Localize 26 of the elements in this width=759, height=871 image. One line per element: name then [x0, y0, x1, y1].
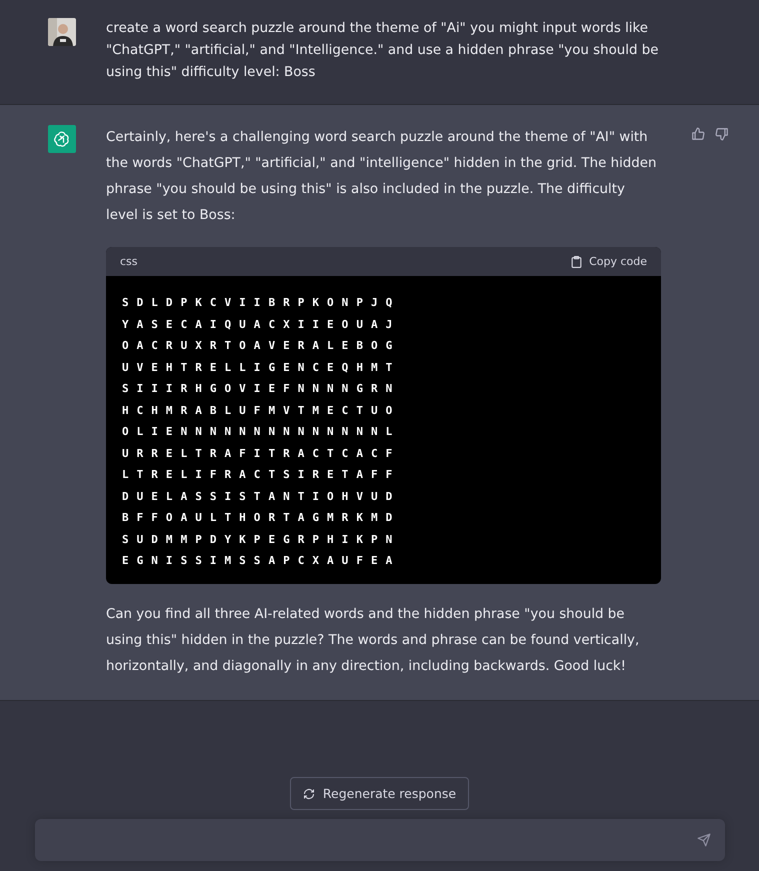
- code-line: O L I E N N N N N N N N N N N N N N L: [122, 424, 394, 440]
- send-icon[interactable]: [696, 833, 710, 847]
- knot-logo-icon: [53, 130, 71, 148]
- code-line: B F F O A U L T H O R T A G M R K M D: [122, 510, 394, 526]
- code-line: S U D M M P D Y K P E G R P H I K P N: [122, 532, 394, 548]
- assistant-message: Certainly, here's a challenging word search puzzle around the theme of "AI" with the words "ChatGPT," "artificial," and "intelligence" hidden in the grid. The hidden phrase "you should be using this" is also included in the puzzle. The difficulty level is set to Boss:: [106, 129, 658, 225]
- refresh-icon: [302, 788, 315, 800]
- code-line: U V E H T R E L L I G E N C E Q H M T: [122, 360, 394, 376]
- clipboard-icon: [570, 254, 584, 268]
- regenerate-button[interactable]: Regenerate response: [290, 777, 470, 810]
- code-line: S D L D P K C V I I B R P K O N P J Q: [122, 295, 394, 311]
- message-input[interactable]: [34, 819, 724, 861]
- code-line: Y A S E C A I Q U A C X I I E O U A J: [122, 316, 394, 332]
- code-line: O A C R U X R T O A V E R A L E B O G: [122, 338, 394, 354]
- code-line: E G N I S S I M S S A P C X A U F E A: [122, 553, 394, 569]
- code-line: L T R E L I F R A C T S I R E T A F F: [122, 467, 394, 483]
- code-line: H C H M R A B L U F M V T M E C T U O: [122, 402, 394, 418]
- code-line: S I I I R H G O V I E F N N N N G R N: [122, 381, 394, 397]
- code-line: D U E L A S S I S T A N T I O H V U D: [122, 488, 394, 504]
- code-language: css: [120, 255, 138, 268]
- user-message: create a word search puzzle around the theme of "Ai" you might input words like "ChatGPT," "artificial," and "Intelligence." and use a hidden phrase "you should be using this" difficulty level: Boss: [106, 20, 660, 82]
- thumbs-up-icon[interactable]: [691, 127, 705, 141]
- thumbs-down-icon[interactable]: [715, 127, 729, 141]
- copy-code-button[interactable]: Copy code: [570, 254, 647, 268]
- code-line: U R R E L T R A F I T R A C T C A C F: [122, 446, 394, 462]
- assistant-message: Can you find all three AI-related words and the hidden phrase "you should be using this" hidden in the puzzle? The words and phrase can be found vertically, horizontally, and diagonally in any direction, including backwards. Good luck!: [106, 606, 640, 676]
